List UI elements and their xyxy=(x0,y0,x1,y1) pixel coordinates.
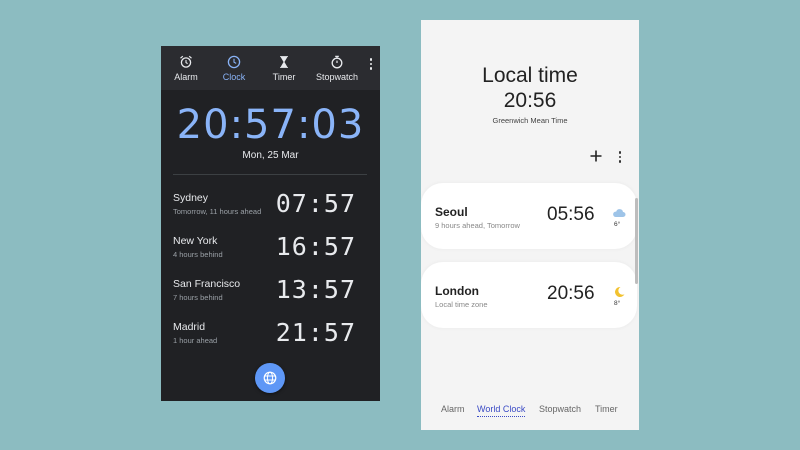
city-offset: 7 hours behind xyxy=(173,293,223,302)
city-offset: 4 hours behind xyxy=(173,250,223,259)
city-row-sydney[interactable]: Sydney Tomorrow, 11 hours ahead 07:57 xyxy=(161,188,380,230)
city-name: San Francisco xyxy=(173,278,241,290)
tab-timer[interactable]: Timer xyxy=(595,404,618,414)
clock-icon xyxy=(227,55,241,69)
city-name: New York xyxy=(173,235,218,247)
tab-clock[interactable]: Clock xyxy=(211,46,257,90)
cloud-icon xyxy=(613,209,626,217)
tab-stopwatch-label: Stopwatch xyxy=(315,72,359,82)
bottom-tab-bar: Alarm World Clock Stopwatch Timer xyxy=(421,404,639,424)
tab-timer[interactable]: Timer xyxy=(261,46,307,90)
page-title: Local time xyxy=(482,64,578,87)
hourglass-icon xyxy=(280,56,288,68)
stopwatch-icon xyxy=(331,55,343,69)
card-offset: Local time zone xyxy=(435,300,488,309)
city-row-new-york[interactable]: New York 4 hours behind 16:57 xyxy=(161,231,380,273)
current-date: Mon, 25 Mar xyxy=(242,150,299,161)
tab-world-clock[interactable]: World Clock xyxy=(477,404,526,417)
tab-timer-label: Timer xyxy=(272,72,296,82)
card-city-name: London xyxy=(435,284,479,298)
card-temperature: 8° xyxy=(614,300,621,307)
city-time: 21:57 xyxy=(275,318,356,347)
add-city-button[interactable] xyxy=(255,363,285,393)
globe-icon xyxy=(263,371,277,385)
alarm-icon xyxy=(180,55,192,68)
dark-clock-app: Alarm Clock Timer Stopwatch 20:57:03 Mon… xyxy=(161,46,380,401)
top-tab-bar: Alarm Clock Timer Stopwatch xyxy=(161,46,380,90)
current-time: 20:57:03 xyxy=(176,102,365,148)
city-time: 16:57 xyxy=(275,232,356,261)
scrollbar[interactable] xyxy=(635,198,638,284)
world-clock-card-seoul[interactable]: Seoul 9 hours ahead, Tomorrow 05:56 6° xyxy=(421,183,637,249)
city-row-madrid[interactable]: Madrid 1 hour ahead 21:57 xyxy=(161,317,380,359)
world-clock-card-london[interactable]: London Local time zone 20:56 8° xyxy=(421,262,637,328)
tab-alarm-label: Alarm xyxy=(174,72,198,82)
light-world-clock-app: Local time 20:56 Greenwich Mean Time Seo… xyxy=(421,20,639,430)
tab-stopwatch[interactable]: Stopwatch xyxy=(309,46,365,90)
card-city-name: Seoul xyxy=(435,205,468,219)
more-options-icon[interactable] xyxy=(617,151,623,165)
city-row-san-francisco[interactable]: San Francisco 7 hours behind 13:57 xyxy=(161,274,380,316)
more-options-icon[interactable] xyxy=(368,58,374,74)
city-offset: Tomorrow, 11 hours ahead xyxy=(173,207,262,216)
city-name: Madrid xyxy=(173,321,206,333)
city-time: 13:57 xyxy=(275,275,356,304)
tab-alarm[interactable]: Alarm xyxy=(163,46,209,90)
time-zone-label: Greenwich Mean Time xyxy=(492,116,568,125)
tab-clock-label: Clock xyxy=(222,72,246,82)
local-time: 20:56 xyxy=(503,89,557,112)
city-name: Sydney xyxy=(173,192,209,204)
card-time: 05:56 xyxy=(547,204,595,225)
card-temperature: 6° xyxy=(614,221,621,228)
card-time: 20:56 xyxy=(547,283,595,304)
tab-stopwatch[interactable]: Stopwatch xyxy=(539,404,581,414)
divider xyxy=(173,174,367,175)
moon-icon xyxy=(615,286,625,297)
city-offset: 1 hour ahead xyxy=(173,336,218,345)
city-time: 07:57 xyxy=(275,189,356,218)
add-icon[interactable] xyxy=(589,149,603,163)
card-offset: 9 hours ahead, Tomorrow xyxy=(435,221,520,230)
tab-alarm[interactable]: Alarm xyxy=(441,404,465,414)
